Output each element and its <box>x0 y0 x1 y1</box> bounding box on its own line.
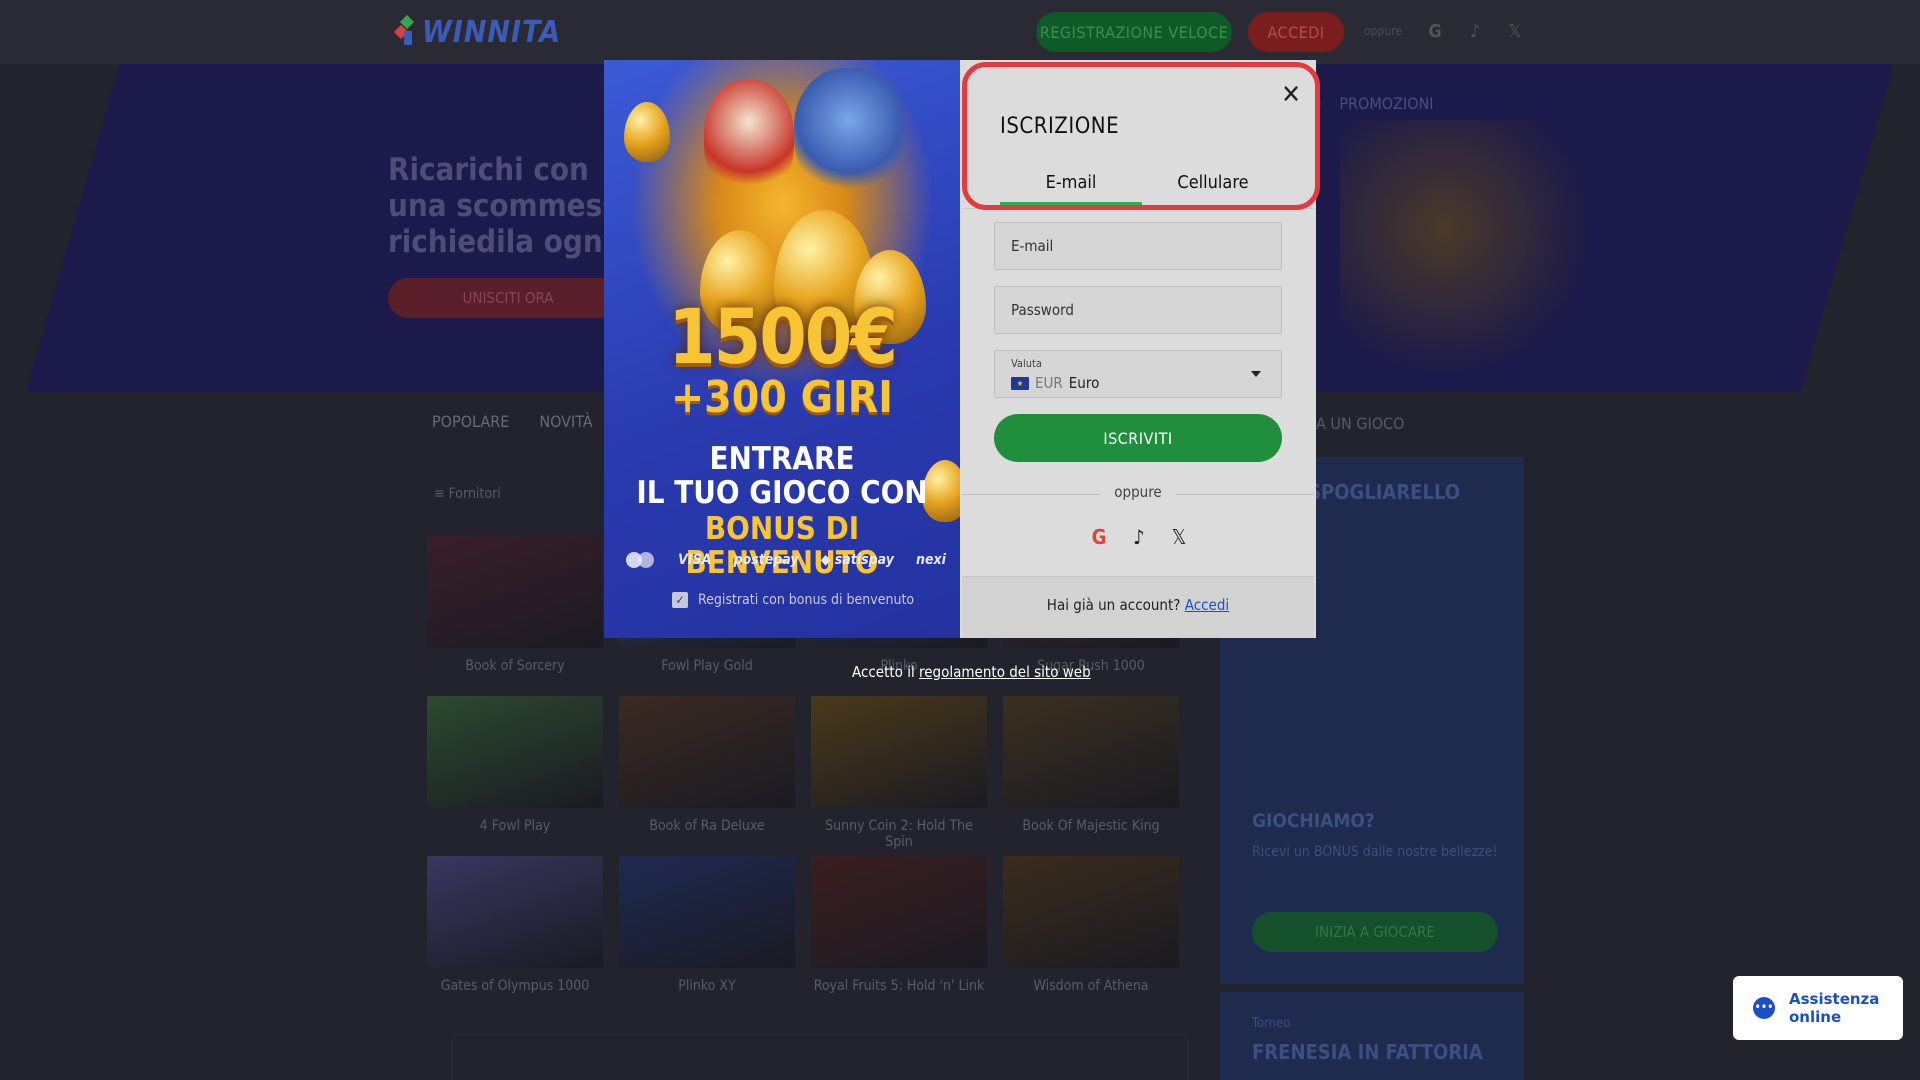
game-title: Sunny Coin 2: Hold The Spin <box>825 818 973 850</box>
chevron-down-icon <box>1251 371 1261 377</box>
game-thumbnail[interactable] <box>427 536 603 648</box>
bottom-section <box>452 1034 1188 1080</box>
header-or-text: oppure <box>1364 24 1402 38</box>
start-playing-button[interactable]: INIZIA A GIOCARE <box>1252 912 1498 952</box>
top-header <box>0 0 1920 64</box>
accept-terms: Accetto il regolamento del sito web <box>852 663 1091 681</box>
category-tabs: POPOLARE NOVITÀ <box>432 412 593 431</box>
side-promo-heading: GIOCHIAMO? <box>1252 810 1375 832</box>
eu-flag-icon: ★ <box>1011 376 1029 390</box>
login-link[interactable]: Accedi <box>1185 596 1229 614</box>
x-icon[interactable]: 𝕏 <box>1168 525 1190 549</box>
game-thumbnail[interactable] <box>1003 696 1179 808</box>
payment-methods: VISA postepay ◆ satispay nexi <box>626 552 946 568</box>
bonus-amount: 1500€ <box>668 292 898 381</box>
game-card[interactable]: Book of Ra Deluxe <box>619 696 795 856</box>
satispay-logo: ◆ satispay <box>820 552 894 568</box>
game-title: Book of Sorcery <box>465 658 565 674</box>
logo-mark-icon <box>393 14 416 47</box>
currency-select[interactable]: Valuta ★ EUR Euro <box>994 350 1282 398</box>
bonus-spins: +300 GIRI <box>671 372 893 423</box>
game-thumbnail[interactable] <box>619 856 795 968</box>
game-thumbnail[interactable] <box>1003 856 1179 968</box>
game-thumbnail[interactable] <box>427 856 603 968</box>
tiktok-icon[interactable]: ♪ <box>1128 525 1150 549</box>
tournament-title: FRENESIA IN FATTORIA <box>1252 1040 1483 1064</box>
live-support-line-1: Assistenza <box>1789 990 1880 1008</box>
tournament-tag: Torneo <box>1252 1016 1291 1031</box>
nav-item-promotions[interactable]: PROMOZIONI <box>1339 94 1433 113</box>
visa-logo: VISA <box>678 552 712 568</box>
quick-register-button[interactable]: REGISTRAZIONE VELOCE <box>1036 12 1232 52</box>
currency-name: Euro <box>1068 374 1100 392</box>
providers-filter[interactable]: ≡ Fornitori <box>434 486 501 502</box>
satispay-logo-text: satispay <box>834 552 894 568</box>
mastercard-icon <box>626 552 656 568</box>
logo[interactable]: WINNITA <box>393 12 561 52</box>
promo-line-1: ENTRARE <box>709 441 855 477</box>
have-account-label: Hai già un account? <box>1046 596 1181 614</box>
join-now-button[interactable]: UNISCITI ORA <box>388 278 628 318</box>
game-card[interactable]: Wisdom of Athena <box>1003 856 1179 1016</box>
search-game-partial[interactable]: A UN GIOCO <box>1316 414 1404 433</box>
game-thumbnail[interactable] <box>811 696 987 808</box>
email-field[interactable]: E-mail <box>994 222 1282 270</box>
tab-new[interactable]: NOVITÀ <box>539 412 592 431</box>
welcome-bonus-checkbox[interactable]: ✓ Registrati con bonus di benvenuto <box>672 592 914 608</box>
submit-register-button[interactable]: ISCRIVITI <box>994 414 1282 462</box>
live-support-line-2: online <box>1789 1008 1842 1026</box>
postepay-logo: postepay <box>733 552 799 568</box>
game-title: Plinko XY <box>678 978 736 994</box>
game-thumbnail[interactable] <box>619 696 795 808</box>
logo-text: WINNITA <box>422 14 561 50</box>
header-login-button[interactable]: ACCEDI <box>1248 12 1344 52</box>
side-promo-text: Ricevi un BONUS dalle nostre bellezze! <box>1252 844 1498 860</box>
providers-filter-label: Fornitori <box>448 486 501 502</box>
checkbox-checked-icon[interactable]: ✓ <box>672 592 688 608</box>
game-title: Gates of Olympus 1000 <box>440 978 590 994</box>
currency-label: Valuta <box>1011 357 1042 370</box>
wolf-icon <box>794 68 904 198</box>
game-title: 4 Fowl Play <box>479 818 551 834</box>
game-title: Book of Ra Deluxe <box>649 818 765 834</box>
game-card[interactable]: 4 Fowl Play <box>427 696 603 856</box>
game-card[interactable]: Royal Fruits 5: Hold 'n' Link <box>811 856 987 1016</box>
rooster-icon <box>704 80 794 200</box>
highlight-box <box>962 62 1320 210</box>
game-card[interactable]: Book of Sorcery <box>427 536 603 696</box>
live-support-button[interactable]: ••• Assistenza online <box>1733 976 1903 1040</box>
terms-link[interactable]: regolamento del sito web <box>919 663 1091 681</box>
chat-icon: ••• <box>1753 997 1775 1019</box>
accept-prefix: Accetto il <box>852 663 915 681</box>
tiktok-icon[interactable]: ♪ <box>1464 20 1486 42</box>
or-text: oppure <box>1100 483 1176 501</box>
promo-line-3: BONUS DI BENVENUTO <box>685 511 879 581</box>
currency-code: EUR <box>1035 374 1063 392</box>
welcome-bonus-label: Registrati con bonus di benvenuto <box>698 592 915 608</box>
google-icon[interactable]: G <box>1424 20 1446 42</box>
tournament-panel[interactable] <box>1220 992 1524 1080</box>
game-card[interactable]: Gates of Olympus 1000 <box>427 856 603 1016</box>
nexi-logo: nexi <box>916 552 946 568</box>
game-title: Wisdom of Athena <box>1033 978 1149 994</box>
game-thumbnail[interactable] <box>811 856 987 968</box>
banner-nav: RO PROMOZIONI <box>1300 94 1434 113</box>
tab-popular[interactable]: POPOLARE <box>432 412 509 431</box>
password-field[interactable]: Password <box>994 286 1282 334</box>
game-card[interactable]: Sunny Coin 2: Hold The Spin <box>811 696 987 856</box>
game-card[interactable]: Book Of Majestic King <box>1003 696 1179 856</box>
game-title: Book Of Majestic King <box>1022 818 1160 834</box>
game-card[interactable]: Plinko XY <box>619 856 795 1016</box>
promo-line-2: IL TUO GIOCO CON <box>636 475 928 511</box>
social-login: G ♪ 𝕏 <box>1088 525 1190 549</box>
have-account-text: Hai già un account? Accedi <box>962 596 1314 614</box>
live-support-label: Assistenza online <box>1789 990 1879 1026</box>
banner-illustration <box>1340 120 1600 390</box>
game-title: Fowl Play Gold <box>661 658 753 674</box>
game-title: Royal Fruits 5: Hold 'n' Link <box>813 978 985 994</box>
game-thumbnail[interactable] <box>427 696 603 808</box>
google-icon[interactable]: G <box>1088 525 1110 549</box>
x-icon[interactable]: 𝕏 <box>1504 20 1526 42</box>
